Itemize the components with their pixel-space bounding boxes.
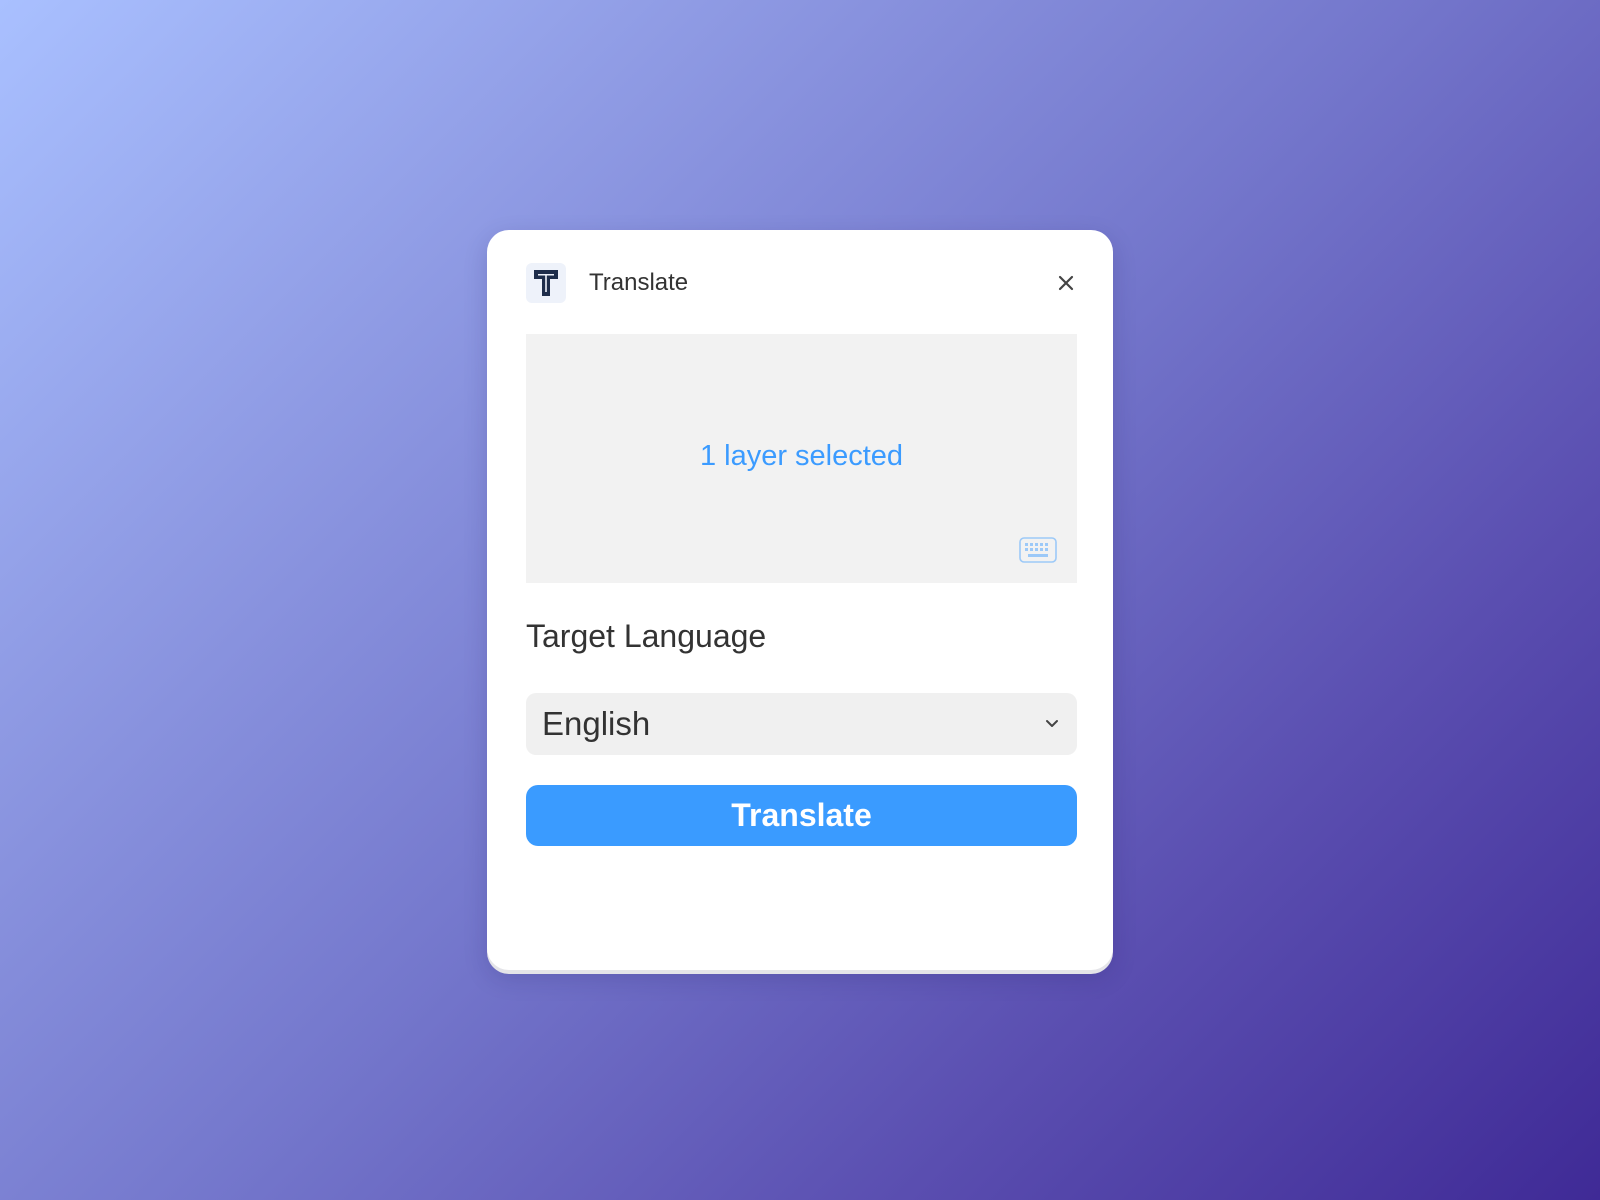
selected-language: English: [542, 705, 651, 742]
selection-preview: 1 layer selected: [526, 334, 1077, 583]
target-language-label: Target Language: [526, 618, 767, 654]
close-icon: [1058, 275, 1074, 291]
chevron-down-icon: [1043, 715, 1061, 733]
selection-status: 1 layer selected: [699, 440, 904, 472]
panel-header: Translate: [526, 263, 1083, 303]
keyboard-icon[interactable]: [1019, 537, 1057, 563]
translate-button[interactable]: Translate: [526, 785, 1077, 846]
target-language-select[interactable]: English: [526, 693, 1077, 755]
app-title: Translate: [589, 269, 689, 296]
translate-plugin-panel: Translate 1 layer selected Target Langua…: [487, 230, 1113, 970]
close-button[interactable]: [1049, 266, 1083, 300]
translate-logo-icon: [526, 263, 566, 303]
